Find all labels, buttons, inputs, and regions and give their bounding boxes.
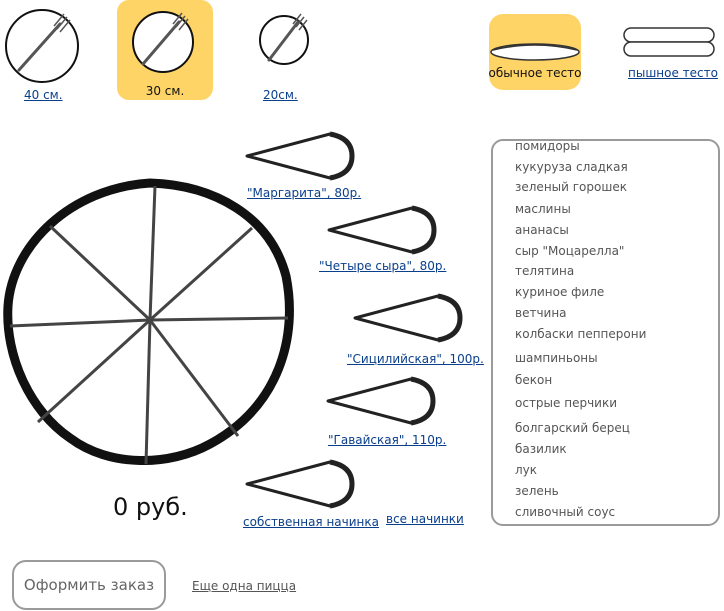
slice-label-custom[interactable]: собственная начинка xyxy=(243,515,379,529)
ingredient-item[interactable]: болгарский берец xyxy=(515,421,630,435)
ingredients-panel[interactable]: помидоры кукуруза сладкая зеленый гороше… xyxy=(491,139,720,526)
slice-sicilian[interactable] xyxy=(352,292,464,348)
pizza-slice-icon xyxy=(245,459,355,509)
size-option-40[interactable] xyxy=(0,0,90,100)
dough-label-regular: обычное тесто xyxy=(488,66,582,80)
size-option-20[interactable] xyxy=(236,0,332,100)
pizza-slice-icon xyxy=(327,205,437,255)
slice-hawaiian[interactable] xyxy=(325,375,437,431)
total-price: 0 руб. xyxy=(113,493,188,521)
slice-label-four-cheese[interactable]: "Четыре сыра", 80р. xyxy=(319,259,446,273)
size-label-30: 30 см. xyxy=(145,84,185,98)
slice-divider xyxy=(149,316,289,322)
ingredient-item[interactable]: сыр "Моцарелла" xyxy=(515,244,624,258)
ingredient-item[interactable]: сливочный соус xyxy=(515,505,615,519)
ingredient-item[interactable]: маслины xyxy=(515,202,571,216)
slice-label-margherita[interactable]: "Маргарита", 80р. xyxy=(247,186,361,200)
size-option-30[interactable]: 30 см. xyxy=(117,0,213,100)
ingredient-item[interactable]: телятина xyxy=(515,264,574,278)
ingredient-item[interactable]: шампиньоны xyxy=(515,351,598,365)
pizza-canvas[interactable] xyxy=(0,176,300,476)
pizza-slice-icon xyxy=(326,376,436,426)
ingredient-item[interactable]: колбаски пепперони xyxy=(515,327,646,341)
ingredient-item[interactable]: острые перчики xyxy=(515,396,617,410)
plate-fork-icon xyxy=(132,11,194,73)
ingredient-item[interactable]: кукуруза сладкая xyxy=(515,160,628,174)
dough-label-fluffy[interactable]: пышное тесто xyxy=(628,66,718,80)
another-pizza-link[interactable]: Еще одна пицца xyxy=(192,579,296,593)
ingredient-item[interactable]: бекон xyxy=(515,373,552,387)
ingredient-item[interactable]: ветчина xyxy=(515,306,567,320)
ingredient-item[interactable]: зеленый горошек xyxy=(515,180,627,194)
slice-label-hawaiian[interactable]: "Гавайская", 110р. xyxy=(328,433,446,447)
pizza-slice-icon xyxy=(245,131,355,181)
slice-custom[interactable] xyxy=(244,458,356,514)
slice-label-sicilian[interactable]: "Сицилийская", 100р. xyxy=(347,352,484,366)
ingredient-item[interactable]: базилик xyxy=(515,442,567,456)
plate-fork-icon xyxy=(5,9,79,83)
slice-margherita[interactable] xyxy=(244,130,356,186)
size-label-20[interactable]: 20см. xyxy=(263,88,298,102)
ingredient-item[interactable]: помидоры xyxy=(515,139,580,153)
plate-fork-icon xyxy=(259,13,309,65)
place-order-button[interactable]: Оформить заказ xyxy=(12,560,166,610)
pizza-slice-icon xyxy=(353,293,463,343)
slice-four-cheese[interactable] xyxy=(326,204,438,260)
ingredient-item[interactable]: зелень xyxy=(515,484,559,498)
size-label-40[interactable]: 40 см. xyxy=(24,88,63,102)
dough-icon xyxy=(490,43,580,61)
ingredient-item[interactable]: куриное филе xyxy=(515,285,604,299)
ingredient-item[interactable]: лук xyxy=(515,463,537,477)
ingredient-item[interactable]: ананасы xyxy=(515,223,569,237)
dough-option-regular[interactable]: обычное тесто xyxy=(489,14,582,90)
all-fillings-link[interactable]: все начинки xyxy=(386,512,464,526)
dough-icon xyxy=(623,27,715,57)
